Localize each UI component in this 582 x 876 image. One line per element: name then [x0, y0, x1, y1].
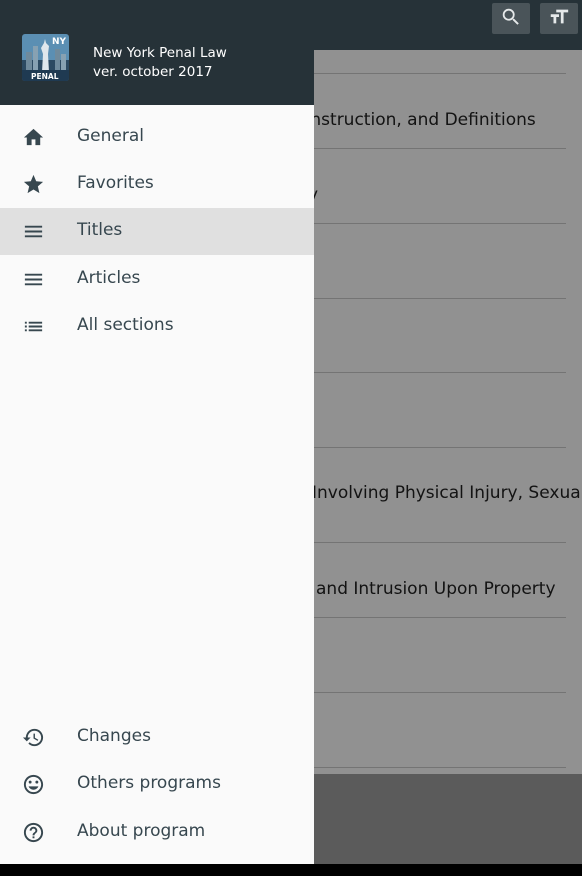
list-icon: [22, 315, 45, 338]
nav-item-label: Articles: [77, 268, 141, 288]
nav-item-general[interactable]: General: [0, 114, 314, 161]
nav-item-label: General: [77, 126, 144, 146]
nav-item-others-programs[interactable]: Others programs: [0, 761, 314, 808]
logo-text-ny: NY: [52, 37, 67, 47]
nav-item-changes[interactable]: Changes: [0, 714, 314, 761]
menu-icon: [22, 268, 45, 291]
nav-item-favorites[interactable]: Favorites: [0, 161, 314, 208]
app-title: New York Penal Law: [93, 45, 227, 61]
nav-item-label: All sections: [77, 315, 174, 335]
smiley-icon: [22, 773, 45, 796]
system-navigation-bar: [0, 864, 582, 876]
nav-item-label: Changes: [77, 726, 151, 746]
text-size-icon: [548, 6, 570, 32]
nav-item-label: Favorites: [77, 173, 154, 193]
nav-item-about-program[interactable]: About program: [0, 809, 314, 856]
nav-item-label: Others programs: [77, 773, 221, 793]
app-logo: NY PENAL: [22, 34, 69, 81]
nav-item-titles[interactable]: Titles: [0, 208, 314, 255]
menu-icon: [22, 220, 45, 243]
nav-item-all-sections[interactable]: All sections: [0, 303, 314, 350]
help-icon: [22, 821, 45, 844]
drawer-header: NY PENAL New York Penal Law ver. october…: [0, 0, 314, 105]
home-icon: [22, 126, 45, 149]
search-icon: [500, 6, 522, 32]
nav-item-label: About program: [77, 821, 206, 841]
nav-item-label: Titles: [77, 220, 123, 240]
history-icon: [22, 726, 45, 749]
search-button[interactable]: [492, 3, 530, 34]
nav-item-articles[interactable]: Articles: [0, 256, 314, 303]
navigation-drawer: NY PENAL New York Penal Law ver. october…: [0, 0, 314, 864]
star-icon: [22, 173, 45, 196]
app-version: ver. october 2017: [93, 64, 213, 80]
text-size-button[interactable]: [540, 3, 578, 34]
logo-text-penal: PENAL: [31, 72, 59, 81]
